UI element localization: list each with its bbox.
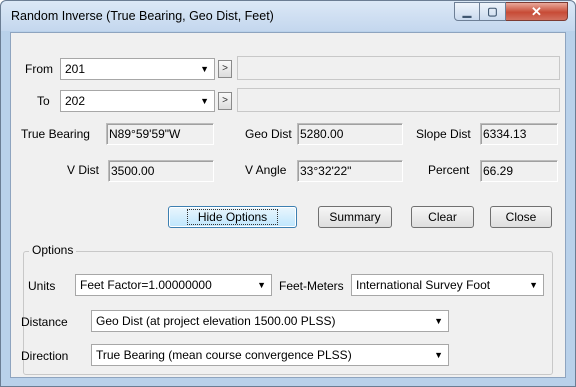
from-label: From bbox=[25, 62, 53, 76]
feet-meters-select[interactable]: International Survey Foot ▼ bbox=[351, 274, 544, 296]
to-point-combo[interactable]: 202 ▼ bbox=[60, 90, 215, 112]
chevron-down-icon: ▼ bbox=[200, 64, 209, 74]
geo-dist-value: 5280.00 bbox=[297, 123, 403, 145]
chevron-down-icon: ▼ bbox=[529, 280, 538, 290]
from-point-combo[interactable]: 201 ▼ bbox=[60, 58, 215, 80]
v-dist-value: 3500.00 bbox=[108, 160, 214, 182]
units-select[interactable]: Feet Factor=1.00000000 ▼ bbox=[75, 274, 272, 296]
feet-meters-value: International Survey Foot bbox=[356, 278, 491, 292]
slope-dist-value: 6334.13 bbox=[480, 123, 558, 145]
to-description-field bbox=[237, 88, 560, 112]
hide-options-button[interactable]: Hide Options bbox=[168, 206, 297, 228]
units-value: Feet Factor=1.00000000 bbox=[80, 278, 212, 292]
maximize-icon: ▢ bbox=[487, 6, 498, 18]
direction-select[interactable]: True Bearing (mean course convergence PL… bbox=[91, 344, 449, 366]
clear-button[interactable]: Clear bbox=[411, 206, 474, 228]
pick-arrow-icon: > bbox=[222, 63, 228, 74]
close-window-button[interactable]: ✕ bbox=[506, 2, 568, 21]
title-bar[interactable]: Random Inverse (True Bearing, Geo Dist, … bbox=[1, 1, 575, 31]
geo-dist-label: Geo Dist bbox=[245, 127, 292, 141]
slope-dist-label: Slope Dist bbox=[416, 127, 471, 141]
v-angle-value: 33°32'22" bbox=[297, 160, 403, 182]
summary-button[interactable]: Summary bbox=[318, 206, 392, 228]
feet-meters-label: Feet-Meters bbox=[279, 279, 344, 293]
units-label: Units bbox=[28, 279, 56, 293]
direction-label: Direction bbox=[21, 349, 69, 363]
chevron-down-icon: ▼ bbox=[200, 96, 209, 106]
v-dist-label: V Dist bbox=[67, 163, 100, 177]
hide-options-label: Hide Options bbox=[186, 209, 279, 225]
close-button[interactable]: Close bbox=[490, 206, 552, 228]
to-point-value: 202 bbox=[65, 94, 86, 108]
distance-value: Geo Dist (at project elevation 1500.00 P… bbox=[96, 314, 336, 328]
percent-label: Percent bbox=[428, 163, 470, 177]
v-angle-label: V Angle bbox=[245, 163, 287, 177]
from-description-field bbox=[237, 56, 560, 80]
to-pick-button[interactable]: > bbox=[218, 92, 232, 110]
chevron-down-icon: ▼ bbox=[434, 316, 443, 326]
pick-arrow-icon: > bbox=[222, 95, 228, 106]
percent-value: 66.29 bbox=[480, 160, 558, 182]
direction-value: True Bearing (mean course convergence PL… bbox=[96, 348, 352, 362]
dialog-body: From 201 ▼ > To 202 ▼ > True Bearing N89… bbox=[10, 32, 566, 378]
from-pick-button[interactable]: > bbox=[218, 60, 232, 78]
true-bearing-value: N89°59'59"W bbox=[106, 123, 214, 145]
distance-label: Distance bbox=[21, 315, 68, 329]
maximize-button[interactable]: ▢ bbox=[480, 2, 506, 21]
minimize-icon: ▁ bbox=[462, 6, 472, 18]
close-icon: ✕ bbox=[531, 3, 542, 19]
true-bearing-label: True Bearing bbox=[21, 127, 90, 141]
minimize-button[interactable]: ▁ bbox=[454, 2, 480, 21]
window-controls: ▁ ▢ ✕ bbox=[454, 2, 568, 21]
window-title: Random Inverse (True Bearing, Geo Dist, … bbox=[11, 9, 274, 23]
chevron-down-icon: ▼ bbox=[434, 350, 443, 360]
options-group-title: Options bbox=[29, 243, 77, 257]
from-point-value: 201 bbox=[65, 62, 86, 76]
to-label: To bbox=[37, 94, 50, 108]
distance-select[interactable]: Geo Dist (at project elevation 1500.00 P… bbox=[91, 310, 449, 332]
chevron-down-icon: ▼ bbox=[257, 280, 266, 290]
dialog-window: Random Inverse (True Bearing, Geo Dist, … bbox=[0, 0, 576, 387]
